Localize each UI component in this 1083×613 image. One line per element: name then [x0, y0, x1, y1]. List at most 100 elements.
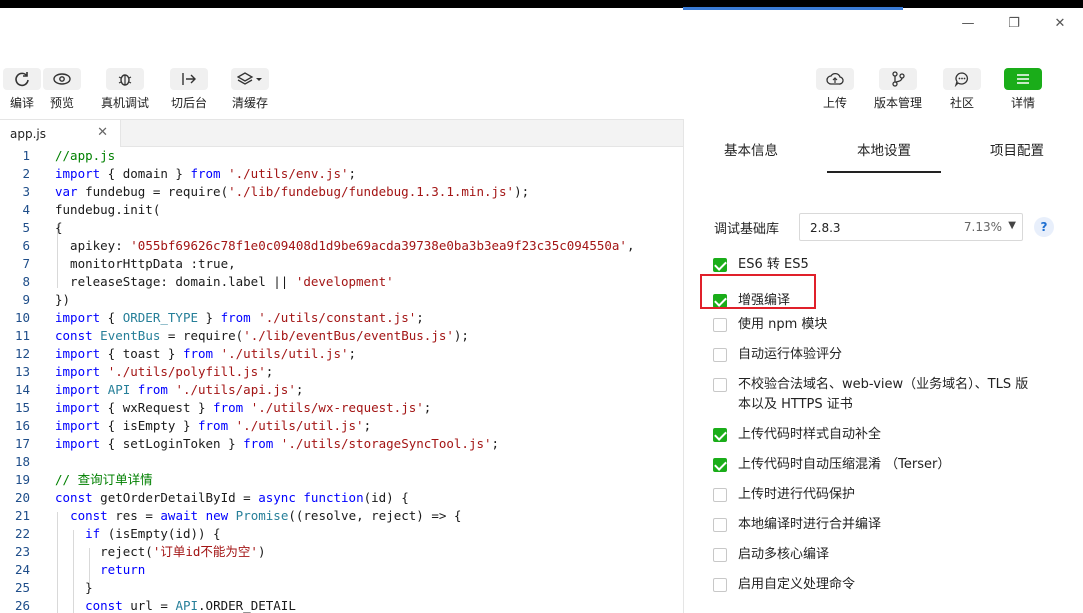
code-text: }	[55, 580, 93, 595]
line-number: 19	[14, 472, 30, 487]
line-number: 6	[22, 238, 30, 253]
help-icon[interactable]: ?	[1034, 217, 1054, 237]
code-text: return	[100, 562, 146, 577]
option-label: ES6 转 ES5	[738, 257, 809, 272]
option-label: 上传时进行代码保护	[738, 487, 856, 502]
version-label: 版本管理	[874, 96, 923, 110]
line-number: 14	[14, 382, 30, 397]
code-text: //app.js	[55, 148, 116, 163]
eye-icon	[43, 68, 81, 90]
active-tab-indicator	[827, 171, 941, 173]
option-checkbox[interactable]	[713, 318, 727, 332]
code-text: apikey: '055bf69626c78f1e0c09408d1d9be69…	[55, 238, 635, 253]
code-text: if (isEmpty(id)) {	[85, 526, 221, 541]
version-button[interactable]: 版本管理	[874, 68, 922, 111]
line-number: 17	[14, 436, 30, 451]
line-number: 13	[14, 364, 30, 379]
line-number: 8	[22, 274, 30, 289]
highlight-box	[700, 274, 816, 309]
option-label: 启动多核心编译	[738, 547, 830, 562]
tab-local-settings[interactable]: 本地设置	[857, 139, 911, 159]
clear-cache-button[interactable]: 清缓存	[231, 68, 269, 111]
community-label: 社区	[949, 96, 974, 110]
code-text: monitorHttpData :true,	[55, 256, 236, 271]
option-checkbox[interactable]	[713, 378, 727, 392]
lib-version-value: 2.8.3	[810, 221, 841, 235]
option-checkbox[interactable]	[713, 578, 727, 592]
window-controls: — ❐ ✕	[945, 12, 1083, 34]
upload-label: 上传	[822, 96, 847, 110]
line-number: 12	[14, 346, 30, 361]
line-number: 18	[14, 454, 30, 469]
code-text: const EventBus = require('./lib/eventBus…	[55, 328, 469, 343]
compile-button[interactable]: 编译	[3, 68, 41, 111]
line-number: 25	[14, 580, 30, 595]
main-toolbar: 编译 预览 真机调试 切后台 清缓存 上传 版本管理 社区 详情	[0, 60, 1083, 118]
code-editor: app.js ✕ 1 //app.js 2 import { domain } fro…	[0, 119, 683, 613]
option-checkbox[interactable]	[713, 548, 727, 562]
code-text: // 查询订单详情	[55, 472, 153, 487]
line-number: 5	[22, 220, 30, 235]
preview-button[interactable]: 预览	[43, 68, 81, 111]
tab-basic-info[interactable]: 基本信息	[724, 139, 778, 159]
clear-cache-label: 清缓存	[231, 96, 268, 110]
minimize-icon[interactable]: —	[945, 12, 991, 34]
settings-panel: 基本信息 本地设置 项目配置 调试基础库 2.8.3 7.13% ▼ ? ES6…	[683, 119, 1083, 613]
code-text: {	[55, 220, 63, 235]
chat-icon	[943, 68, 981, 90]
line-number: 3	[22, 184, 30, 199]
code-text: const url = API.ORDER_DETAIL	[85, 598, 296, 613]
option-label: 上传代码时样式自动补全	[738, 427, 882, 442]
lib-version-percent: 7.13%	[963, 220, 1002, 234]
code-text: import API from './utils/api.js';	[55, 382, 304, 397]
code-text: fundebug.init(	[55, 202, 161, 217]
background-button[interactable]: 切后台	[170, 68, 208, 111]
code-text: import { setLoginToken } from './utils/s…	[55, 436, 500, 451]
option-checkbox[interactable]	[713, 458, 727, 472]
line-number: 16	[14, 418, 30, 433]
device-debug-button[interactable]: 真机调试	[101, 68, 149, 111]
close-tab-icon[interactable]: ✕	[97, 125, 108, 140]
line-number: 10	[14, 310, 30, 325]
line-number: 15	[14, 400, 30, 415]
menu-icon	[1004, 68, 1042, 90]
option-checkbox[interactable]	[713, 258, 727, 272]
option-checkbox[interactable]	[713, 518, 727, 532]
details-button[interactable]: 详情	[1004, 68, 1042, 111]
option-label: 上传代码时自动压缩混淆 （Terser）	[738, 457, 951, 472]
lib-version-select[interactable]: 2.8.3 7.13% ▼	[799, 213, 1023, 241]
upload-button[interactable]: 上传	[816, 68, 854, 111]
close-window-icon[interactable]: ✕	[1037, 12, 1083, 34]
option-label: 启用自定义处理命令	[738, 577, 856, 592]
code-text: import { toast } from './utils/util.js';	[55, 346, 357, 361]
restore-icon[interactable]: ❐	[991, 12, 1037, 34]
branch-icon	[879, 68, 917, 90]
bug-icon	[106, 68, 144, 90]
line-number: 1	[22, 148, 30, 163]
option-checkbox[interactable]	[713, 348, 727, 362]
preview-label: 预览	[49, 96, 74, 110]
code-text: import { ORDER_TYPE } from './utils/cons…	[55, 310, 424, 325]
community-button[interactable]: 社区	[943, 68, 981, 111]
line-number: 26	[14, 598, 30, 613]
tab-project-config[interactable]: 项目配置	[990, 139, 1044, 159]
code-area[interactable]: 1 //app.js 2 import { domain } from './util…	[0, 147, 683, 613]
code-text: import { domain } from './utils/env.js';	[55, 166, 357, 181]
background-label: 切后台	[170, 96, 207, 110]
switch-background-icon	[170, 68, 208, 90]
cloud-upload-icon	[816, 68, 854, 90]
line-number: 21	[14, 508, 30, 523]
title-tab-indicator	[683, 7, 903, 10]
code-text: const res = await new Promise((resolve, …	[70, 508, 462, 523]
code-text: })	[55, 292, 71, 307]
code-text: const getOrderDetailById = async functio…	[55, 490, 409, 505]
code-text: reject('订单id不能为空')	[55, 544, 266, 559]
line-number: 20	[14, 490, 30, 505]
option-checkbox[interactable]	[713, 488, 727, 502]
file-tab-app-js[interactable]: app.js ✕	[0, 120, 121, 147]
chevron-down-icon: ▼	[1008, 220, 1016, 231]
option-label-continued: 本以及 HTTPS 证书	[738, 397, 853, 412]
option-checkbox[interactable]	[713, 428, 727, 442]
layers-dropdown-icon	[231, 68, 269, 90]
code-text: import { isEmpty } from './utils/util.js…	[55, 418, 372, 433]
